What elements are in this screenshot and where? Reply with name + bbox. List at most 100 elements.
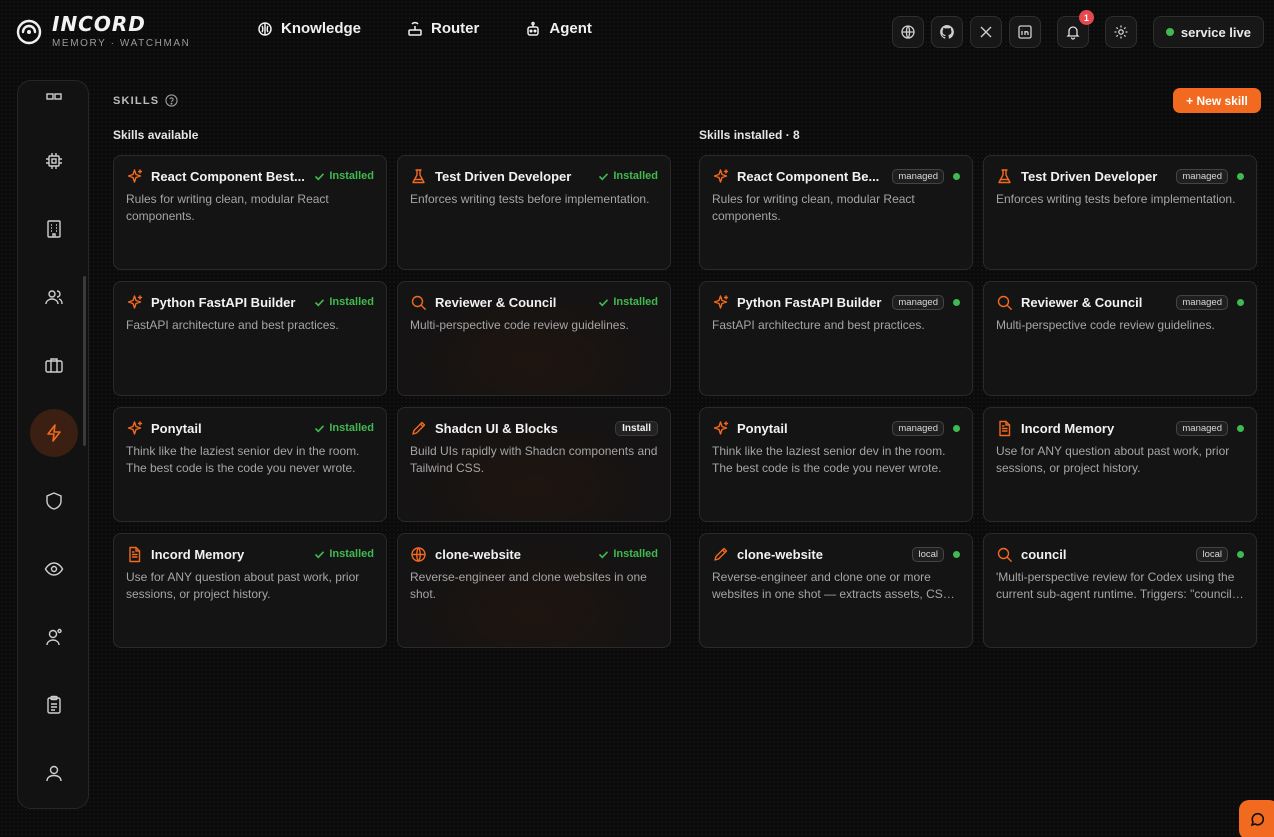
user-icon [46, 765, 62, 782]
sidebar-item-clipboard[interactable] [30, 681, 78, 729]
notifications-button[interactable]: 1 [1056, 10, 1094, 48]
sidebar-item-user-cog[interactable] [30, 613, 78, 661]
installed-skill-card[interactable]: React Component Be... managed Rules for wr… [699, 155, 973, 270]
grid-icon [46, 93, 62, 100]
skill-card[interactable]: React Component Best... Installed Rules fo… [113, 155, 387, 270]
skill-card[interactable]: Ponytail Installed Think like the laziest … [113, 407, 387, 522]
help-circle-icon[interactable] [165, 94, 178, 107]
check-icon [315, 298, 325, 306]
service-status-pill[interactable]: service live [1152, 16, 1264, 48]
github-button[interactable] [930, 16, 963, 48]
bell-icon [1066, 26, 1080, 40]
active-dot [953, 424, 960, 432]
skill-card[interactable]: Test Driven Developer Installed Enforces w… [397, 155, 671, 270]
sidebar-item-briefcase[interactable] [30, 341, 78, 389]
skills-available-title: Skills available [113, 128, 199, 142]
new-skill-button[interactable]: + New skill [1173, 88, 1261, 113]
search-icon [997, 295, 1012, 310]
chat-button[interactable] [1239, 800, 1274, 837]
installed-skill-card[interactable]: Ponytail managed Think like the laziest se… [699, 407, 973, 522]
brand-logo[interactable]: INCORD MEMORY · WATCHMAN [14, 14, 191, 49]
globe-button[interactable] [891, 16, 924, 48]
sidebar-item-users[interactable] [30, 273, 78, 321]
file-text-icon [999, 420, 1011, 436]
installed-status: Installed [314, 422, 374, 434]
installed-skill-card[interactable]: Reviewer & Council managed Multi-perspecti… [983, 281, 1257, 396]
nav-knowledge[interactable]: Knowledge [257, 20, 361, 37]
building-icon [47, 220, 61, 238]
sidebar-item-skills[interactable] [30, 409, 78, 457]
installed-label: Installed [613, 296, 658, 308]
sparkles-icon [127, 294, 143, 309]
gear-icon [1114, 25, 1128, 39]
active-dot [953, 298, 960, 306]
skill-title: Test Driven Developer [435, 168, 572, 184]
sidebar-item-shield[interactable] [30, 477, 78, 525]
linkedin-icon [1018, 25, 1032, 39]
skill-title: Ponytail [737, 420, 788, 436]
active-dot [953, 550, 960, 558]
card-header: Ponytail managed [712, 419, 960, 437]
status-label: service live [1180, 24, 1251, 40]
card-header: Test Driven Developer Installed [410, 167, 658, 185]
skill-source-tag: managed [892, 294, 944, 310]
skill-description: 'Multi-perspective review for Codex usin… [996, 570, 1240, 601]
check-icon [599, 550, 609, 558]
skill-source-tag: local [912, 546, 944, 562]
sidebar-item-eye[interactable] [30, 545, 78, 593]
main-nav: Knowledge Router Agent [257, 20, 592, 37]
skill-card[interactable]: clone-website Installed Reverse-engineer a… [397, 533, 671, 648]
sidebar-scrollbar[interactable] [83, 276, 86, 446]
users-icon [45, 290, 63, 305]
logo-swirl-icon [16, 19, 42, 44]
settings-button[interactable] [1104, 16, 1137, 48]
pencil-icon [412, 421, 426, 435]
installed-label: Installed [613, 548, 658, 560]
skill-title: React Component Best... [151, 168, 305, 184]
install-button[interactable]: Install [615, 420, 658, 436]
check-icon [315, 424, 325, 432]
card-header: clone-website Installed [410, 545, 658, 563]
card-header: Test Driven Developer managed [996, 167, 1244, 185]
sparkles-icon [713, 294, 729, 309]
user-cog-icon [46, 628, 62, 646]
skill-description: Build UIs rapidly with Shadcn components… [410, 444, 658, 475]
skill-title: Reviewer & Council [435, 294, 557, 310]
sidebar-item-building[interactable] [30, 205, 78, 253]
linkedin-button[interactable] [1008, 16, 1041, 48]
sidebar-item-user[interactable] [30, 749, 78, 797]
check-icon [599, 298, 609, 306]
card-header: Shadcn UI & Blocks Install [410, 419, 658, 437]
sidebar [17, 80, 89, 809]
installed-skill-card[interactable]: Incord Memory managed Use for ANY question… [983, 407, 1257, 522]
installed-label: Installed [613, 170, 658, 182]
file-text-icon [129, 546, 141, 562]
installed-skill-card[interactable]: Test Driven Developer managed Enforces wri… [983, 155, 1257, 270]
skill-description: Enforces writing tests before implementa… [410, 192, 650, 206]
installed-skill-card[interactable]: clone-website local Reverse-engineer and c… [699, 533, 973, 648]
installed-label: Installed [329, 422, 374, 434]
briefcase-icon [45, 358, 63, 373]
skill-card[interactable]: Reviewer & Council Installed Multi-perspec… [397, 281, 671, 396]
skill-source-tag: local [1196, 546, 1228, 562]
skill-card[interactable]: Python FastAPI Builder Installed FastAPI a… [113, 281, 387, 396]
notification-badge: 1 [1078, 10, 1094, 25]
check-icon [315, 550, 325, 558]
nav-agent[interactable]: Agent [525, 20, 592, 37]
sparkles-icon [713, 168, 729, 183]
installed-skill-card[interactable]: Python FastAPI Builder managed FastAPI arc… [699, 281, 973, 396]
skill-title: Ponytail [151, 420, 202, 436]
sidebar-item-grid[interactable] [30, 81, 78, 121]
nav-router[interactable]: Router [407, 20, 479, 37]
installed-status: Installed [598, 296, 658, 308]
router-icon [408, 21, 422, 36]
globe-icon [901, 25, 915, 39]
active-dot [1237, 424, 1244, 432]
x-button[interactable] [969, 16, 1002, 48]
sidebar-item-cpu[interactable] [30, 137, 78, 185]
skill-card[interactable]: Shadcn UI & Blocks Install Build UIs rapid… [397, 407, 671, 522]
installed-skill-card[interactable]: council local 'Multi-perspective review fo… [983, 533, 1257, 648]
skill-title: Python FastAPI Builder [151, 294, 296, 310]
card-header: council local [996, 545, 1244, 563]
skill-card[interactable]: Incord Memory Installed Use for ANY questi… [113, 533, 387, 648]
